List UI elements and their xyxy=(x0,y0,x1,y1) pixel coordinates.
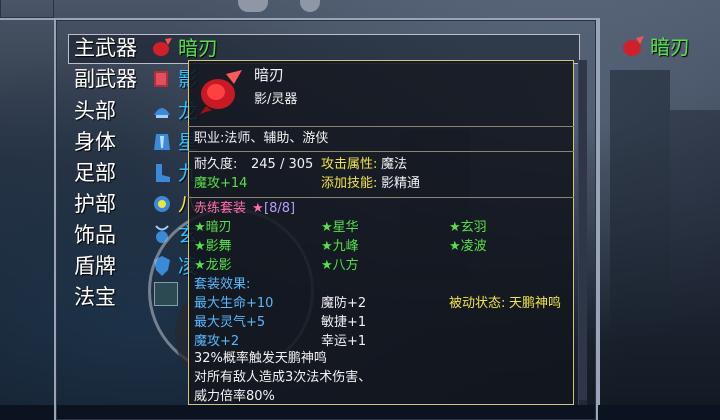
set-effect: 魔防+2 xyxy=(321,296,367,311)
helmet-icon xyxy=(150,99,174,123)
set-effect: 敏捷+1 xyxy=(321,315,367,330)
book-icon xyxy=(150,67,174,91)
boots-icon xyxy=(150,161,174,185)
set-item: ★暗刃 xyxy=(194,220,232,235)
slot-label: 头部 xyxy=(74,99,116,123)
tooltip-item-type: 影/灵器 xyxy=(254,92,298,107)
slot-label: 饰品 xyxy=(74,223,116,247)
set-effect: 最大生命+10 xyxy=(194,296,274,311)
skill-value: 影精通 xyxy=(381,176,421,191)
scrollbar-thumb[interactable] xyxy=(579,60,587,400)
passive-description: 威力倍率80% xyxy=(194,389,275,404)
slot-label: 护部 xyxy=(74,192,116,216)
tooltip-divider xyxy=(188,151,574,152)
blade-icon xyxy=(150,36,174,60)
comparison-panel: 暗刃 xyxy=(598,18,720,405)
set-item: ★玄羽 xyxy=(449,220,487,235)
skill-label: 添加技能: xyxy=(321,176,378,191)
set-effect: 魔攻+2 xyxy=(194,334,240,349)
slot-item-name: 暗刃 xyxy=(178,36,218,60)
durability-value: 245 / 305 xyxy=(251,157,314,172)
set-item: ★影舞 xyxy=(194,239,232,254)
set-count: [8/8] xyxy=(264,201,296,216)
bracer-icon xyxy=(150,192,174,216)
slot-label: 身体 xyxy=(74,130,116,154)
set-item: ★星华 xyxy=(321,220,359,235)
attack-attr-value: 魔法 xyxy=(381,157,408,172)
set-item: ★凌波 xyxy=(449,239,487,254)
passive-description: 32%概率触发天鹏神鸣 xyxy=(194,351,327,366)
attack-attr-label: 攻击属性: xyxy=(321,157,378,172)
durability-label: 耐久度: xyxy=(194,157,238,172)
passive-value: 天鹏神鸣 xyxy=(509,296,562,311)
passive-description: 对所有敌人造成3次法术伤害、 xyxy=(194,370,372,385)
blade-icon xyxy=(620,34,646,60)
set-effect: 最大灵气+5 xyxy=(194,315,266,330)
left-panel-edge xyxy=(0,0,54,20)
set-star: ★ xyxy=(252,201,264,216)
set-effect-title: 套装效果: xyxy=(194,277,251,292)
set-item: ★龙影 xyxy=(194,258,232,273)
frame-ornament xyxy=(238,0,268,12)
blade-icon xyxy=(196,66,248,118)
set-name: 赤练套装 xyxy=(194,201,247,216)
tooltip-divider xyxy=(188,197,574,198)
tooltip-divider xyxy=(188,126,574,127)
slot-label: 主武器 xyxy=(74,36,137,60)
slot-label: 法宝 xyxy=(74,285,116,309)
passive-label: 被动状态: xyxy=(449,296,506,311)
slot-label: 盾牌 xyxy=(74,254,116,278)
set-item: ★九峰 xyxy=(321,239,359,254)
tooltip-classes: 职业:法师、辅助、游侠 xyxy=(194,131,329,146)
tooltip-item-name: 暗刃 xyxy=(254,66,285,84)
slot-label: 足部 xyxy=(74,161,116,185)
magic-attack-stat: 魔攻+14 xyxy=(194,176,248,191)
set-item: ★八方 xyxy=(321,258,359,273)
slot-label: 副武器 xyxy=(74,67,137,91)
armor-icon xyxy=(150,130,174,154)
tooltip-scrollbar[interactable] xyxy=(578,60,587,405)
comparison-item-name: 暗刃 xyxy=(650,35,690,59)
set-effect: 幸运+1 xyxy=(321,334,367,349)
